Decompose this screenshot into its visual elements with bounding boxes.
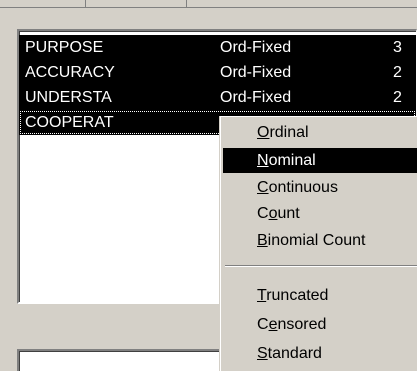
list-item-accuracy[interactable]: ACCURACY Ord-Fixed 2 xyxy=(19,60,416,85)
header-strip xyxy=(0,0,417,8)
variable-name: PURPOSE xyxy=(25,39,104,56)
variable-name: COOPERAT xyxy=(25,114,114,131)
variable-type-context-menu: Ordinal Nominal Continuous Count Binomia… xyxy=(220,116,417,371)
dialog-window: PURPOSE Ord-Fixed 3 ACCURACY Ord-Fixed 2… xyxy=(0,0,417,371)
menu-separator xyxy=(225,265,417,267)
menu-item-count[interactable]: Count xyxy=(223,201,417,226)
variable-type: Ord-Fixed xyxy=(220,89,292,106)
variable-type: Ord-Fixed xyxy=(220,39,292,56)
variable-count: 2 xyxy=(393,64,402,81)
variable-name: UNDERSTA xyxy=(25,89,112,106)
menu-item-censored[interactable]: Censored xyxy=(223,312,417,337)
header-divider xyxy=(85,0,86,8)
menu-item-ordinal[interactable]: Ordinal xyxy=(223,120,417,145)
header-divider xyxy=(186,0,187,8)
variable-type: Ord-Fixed xyxy=(220,64,292,81)
menu-item-nominal[interactable]: Nominal xyxy=(223,148,417,173)
menu-item-binomial-count[interactable]: Binomial Count xyxy=(223,228,417,253)
list-item-purpose[interactable]: PURPOSE Ord-Fixed 3 xyxy=(19,35,416,60)
list-item-understa[interactable]: UNDERSTA Ord-Fixed 2 xyxy=(19,85,416,110)
variable-count: 2 xyxy=(393,89,402,106)
variable-name: ACCURACY xyxy=(25,64,115,81)
variable-count: 3 xyxy=(393,39,402,56)
menu-item-continuous[interactable]: Continuous xyxy=(223,175,417,200)
menu-item-standard[interactable]: Standard xyxy=(223,341,417,366)
menu-item-truncated[interactable]: Truncated xyxy=(223,283,417,308)
text-field[interactable] xyxy=(17,349,237,371)
